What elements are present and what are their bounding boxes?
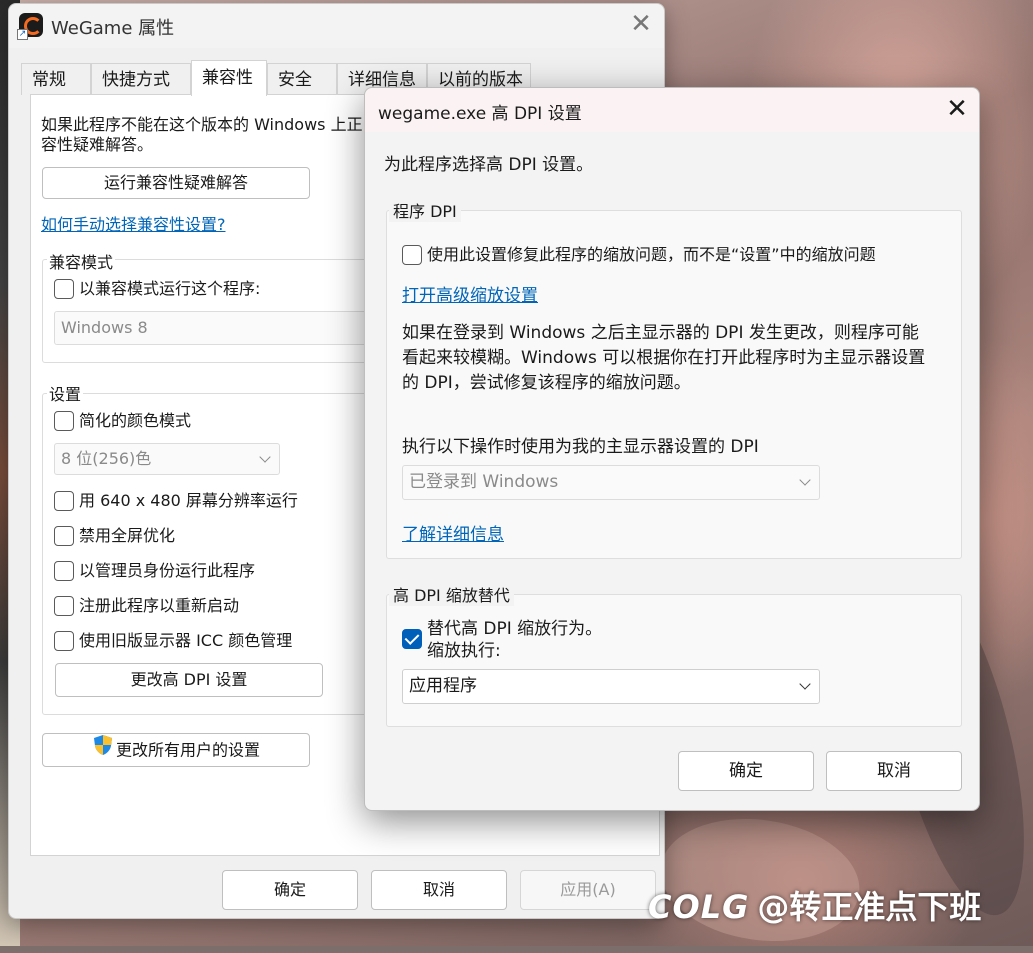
compat-os-select[interactable]: Windows 8 xyxy=(54,311,372,345)
chevron-down-icon xyxy=(799,474,811,486)
color-depth-value: 8 位(256)色 xyxy=(61,449,152,468)
learn-more-link[interactable]: 了解详细信息 xyxy=(402,520,504,545)
close-icon[interactable]: ✕ xyxy=(626,10,656,40)
wegame-app-icon: ↗ xyxy=(17,13,43,40)
legacy-icc-checkbox[interactable] xyxy=(54,631,74,651)
res-640-checkbox[interactable] xyxy=(54,491,74,511)
compat-mode-checkbox-label: 以兼容模式运行这个程序: xyxy=(79,279,261,298)
disable-fullscreen-label: 禁用全屏优化 xyxy=(79,526,176,545)
dpi-ok-button[interactable]: 确定 xyxy=(678,751,814,791)
watermark-text: @转正准点下班 xyxy=(757,888,982,926)
dpi-desc-line2: 看起来较模糊。Windows 可以根据你在打开此程序时为主显示器设置 xyxy=(402,348,926,368)
change-all-users-button[interactable]: 更改所有用户的设置 xyxy=(42,733,310,767)
close-icon[interactable]: ✕ xyxy=(942,95,972,125)
shortcut-arrow-icon: ↗ xyxy=(17,29,28,40)
color-depth-select[interactable]: 8 位(256)色 xyxy=(54,443,280,475)
wallpaper-detail xyxy=(652,806,868,953)
res-640-label: 用 640 x 480 屏幕分辨率运行 xyxy=(79,491,298,510)
reduced-color-label: 简化的颜色模式 xyxy=(79,411,192,430)
change-dpi-button[interactable]: 更改高 DPI 设置 xyxy=(55,663,323,697)
program-dpi-label: 程序 DPI xyxy=(389,198,461,222)
uac-shield-icon xyxy=(92,734,114,767)
scaling-select[interactable]: 应用程序 xyxy=(402,669,820,704)
watermark: COLG @转正准点下班 xyxy=(648,884,981,930)
change-all-users-label: 更改所有用户的设置 xyxy=(115,740,260,760)
reduced-color-checkbox[interactable] xyxy=(54,411,74,431)
intro-text-line2: 容性疑难解答。 xyxy=(41,135,154,154)
tab-compatibility[interactable]: 兼容性 xyxy=(191,60,267,96)
chevron-down-icon xyxy=(259,451,271,463)
register-restart-checkbox[interactable] xyxy=(54,596,74,616)
run-troubleshooter-button[interactable]: 运行兼容性疑难解答 xyxy=(42,167,310,199)
advanced-scaling-link[interactable]: 打开高级缩放设置 xyxy=(402,281,538,306)
manual-settings-link[interactable]: 如何手动选择兼容性设置? xyxy=(41,211,226,235)
disable-fullscreen-checkbox[interactable] xyxy=(54,526,74,546)
use-dpi-label: 执行以下操作时使用为我的主显示器设置的 DPI xyxy=(402,437,759,457)
scaling-select-value: 应用程序 xyxy=(409,676,477,696)
compat-mode-checkbox[interactable] xyxy=(54,279,74,299)
run-as-admin-checkbox[interactable] xyxy=(54,561,74,581)
dpi-desc-line3: 的 DPI，尝试修复该程序的缩放问题。 xyxy=(402,373,691,393)
dpi-heading: 为此程序选择高 DPI 设置。 xyxy=(384,155,594,175)
use-dpi-value: 已登录到 Windows xyxy=(409,472,559,492)
dpi-desc-line1: 如果在登录到 Windows 之后主显示器的 DPI 发生更改，则程序可能 xyxy=(402,323,919,343)
use-dpi-select[interactable]: 已登录到 Windows xyxy=(402,465,820,500)
window-title: WeGame 属性 xyxy=(51,18,175,39)
dpi-override-label: 高 DPI 缩放替代 xyxy=(389,582,514,606)
dpi-settings-dialog: wegame.exe 高 DPI 设置 ✕ 为此程序选择高 DPI 设置。 程序… xyxy=(364,87,980,811)
tab-general[interactable]: 常规 xyxy=(21,63,91,95)
program-dpi-checkbox[interactable] xyxy=(402,245,422,265)
intro-text-line1: 如果此程序不能在这个版本的 Windows 上正常 xyxy=(41,115,379,134)
chevron-down-icon xyxy=(799,678,811,690)
properties-ok-button[interactable]: 确定 xyxy=(222,870,358,910)
scaling-performed-label: 缩放执行: xyxy=(427,641,501,661)
tab-security[interactable]: 安全 xyxy=(267,63,337,95)
dpi-cancel-button[interactable]: 取消 xyxy=(826,751,962,791)
program-dpi-checkbox-label: 使用此设置修复此程序的缩放问题，而不是“设置”中的缩放问题 xyxy=(427,245,876,264)
dpi-override-checkbox[interactable] xyxy=(402,629,422,649)
colg-logo: COLG xyxy=(648,888,750,926)
properties-titlebar[interactable]: ↗ WeGame 属性 ✕ xyxy=(9,4,664,48)
tab-shortcut[interactable]: 快捷方式 xyxy=(91,63,191,95)
legacy-icc-label: 使用旧版显示器 ICC 颜色管理 xyxy=(79,631,293,650)
properties-cancel-button[interactable]: 取消 xyxy=(371,870,507,910)
run-as-admin-label: 以管理员身份运行此程序 xyxy=(79,561,256,580)
compat-mode-label: 兼容模式 xyxy=(47,249,116,273)
properties-apply-button[interactable]: 应用(A) xyxy=(520,870,656,910)
dpi-dialog-titlebar[interactable]: wegame.exe 高 DPI 设置 ✕ xyxy=(365,88,979,132)
dpi-dialog-title: wegame.exe 高 DPI 设置 xyxy=(378,104,582,124)
settings-label: 设置 xyxy=(47,381,84,405)
register-restart-label: 注册此程序以重新启动 xyxy=(79,596,240,615)
